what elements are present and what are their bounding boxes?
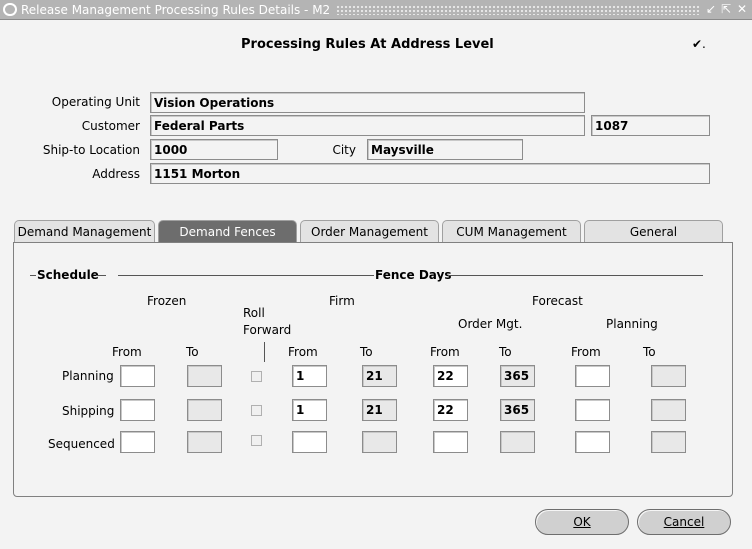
fence-days-divider-left xyxy=(118,275,374,276)
minimize-icon[interactable]: ↙ xyxy=(703,2,719,17)
sequenced-planning-to xyxy=(651,431,686,453)
planning-firm-from[interactable]: 1 xyxy=(292,365,327,387)
customer-number-field[interactable]: 1087 xyxy=(591,115,710,136)
planning-order-from[interactable]: 22 xyxy=(433,365,468,387)
fence-days-label: Fence Days xyxy=(375,268,452,282)
planning-order-to: 365 xyxy=(500,365,535,387)
sequenced-order-to xyxy=(500,431,535,453)
page-title: Processing Rules At Address Level xyxy=(241,37,494,52)
ok-button[interactable]: OK xyxy=(535,509,629,535)
shipping-roll-forward-checkbox[interactable] xyxy=(251,405,262,416)
tab-general[interactable]: General xyxy=(584,220,723,242)
sequenced-firm-from[interactable] xyxy=(292,431,327,453)
window-menu-icon[interactable] xyxy=(3,3,17,16)
planning-from-header: From xyxy=(571,345,601,359)
roll-header-line2: Forward xyxy=(243,323,292,337)
schedule-divider-mid xyxy=(96,275,106,276)
maximize-icon[interactable]: ⇱ xyxy=(718,2,734,17)
ship-to-location-field[interactable]: 1000 xyxy=(150,139,278,160)
shipping-frozen-from[interactable] xyxy=(120,399,155,421)
row-label-planning: Planning xyxy=(62,369,114,383)
title-bar-texture xyxy=(320,5,700,15)
fence-days-divider-right xyxy=(448,275,703,276)
planning-planning-to xyxy=(651,365,686,387)
planning-frozen-from[interactable] xyxy=(120,365,155,387)
order-mgt-header: Order Mgt. xyxy=(458,317,523,331)
schedule-section-label: Schedule xyxy=(37,268,99,282)
shipping-order-to: 365 xyxy=(500,399,535,421)
shipping-order-from[interactable]: 22 xyxy=(433,399,468,421)
shipping-planning-to xyxy=(651,399,686,421)
customer-field[interactable]: Federal Parts xyxy=(150,115,585,136)
shipping-planning-from[interactable] xyxy=(575,399,610,421)
planning-roll-forward-checkbox[interactable] xyxy=(251,371,262,382)
roll-header-line1: Roll xyxy=(243,306,265,320)
order-to-header: To xyxy=(499,345,512,359)
close-icon[interactable]: ✕ xyxy=(734,2,750,17)
cancel-button-label: Cancel xyxy=(663,515,705,529)
shipping-firm-to: 21 xyxy=(362,399,397,421)
ok-button-label: OK xyxy=(573,515,591,529)
planning-forecast-header: Planning xyxy=(606,317,658,331)
planning-frozen-to xyxy=(187,365,222,387)
city-label: City xyxy=(332,143,356,157)
tab-demand-fences[interactable]: Demand Fences xyxy=(158,220,297,243)
sequenced-planning-from[interactable] xyxy=(575,431,610,453)
roll-forward-separator xyxy=(264,342,265,362)
frozen-from-header: From xyxy=(112,345,142,359)
city-field[interactable]: Maysville xyxy=(367,139,523,160)
operating-unit-field[interactable]: Vision Operations xyxy=(150,92,585,113)
address-field[interactable]: 1151 Morton xyxy=(150,163,710,184)
title-bar: Release Management Processing Rules Deta… xyxy=(0,0,752,20)
sequenced-roll-forward-checkbox[interactable] xyxy=(251,435,262,446)
schedule-divider-left xyxy=(30,275,36,276)
tab-demand-management[interactable]: Demand Management xyxy=(14,220,155,242)
cancel-button[interactable]: Cancel xyxy=(637,509,731,535)
firm-header: Firm xyxy=(329,294,355,308)
ship-to-location-label: Ship-to Location xyxy=(42,143,140,157)
frozen-header: Frozen xyxy=(147,294,187,308)
sequenced-order-from[interactable] xyxy=(433,431,468,453)
planning-to-header: To xyxy=(643,345,656,359)
order-from-header: From xyxy=(430,345,460,359)
planning-planning-from[interactable] xyxy=(575,365,610,387)
tab-cum-management[interactable]: CUM Management xyxy=(442,220,581,242)
forecast-header: Forecast xyxy=(532,294,583,308)
shipping-firm-from[interactable]: 1 xyxy=(292,399,327,421)
operating-unit-label: Operating Unit xyxy=(51,95,140,109)
shipping-frozen-to xyxy=(187,399,222,421)
window-title: Release Management Processing Rules Deta… xyxy=(21,3,337,17)
address-label: Address xyxy=(92,167,140,181)
planning-firm-to: 21 xyxy=(362,365,397,387)
check-mark-indicator[interactable]: ✔. xyxy=(692,37,706,51)
frozen-to-header: To xyxy=(186,345,199,359)
sequenced-frozen-from[interactable] xyxy=(120,431,155,453)
customer-label: Customer xyxy=(81,119,140,133)
row-label-sequenced: Sequenced xyxy=(48,437,115,451)
firm-to-header: To xyxy=(360,345,373,359)
sequenced-frozen-to xyxy=(187,431,222,453)
tab-order-management[interactable]: Order Management xyxy=(300,220,439,242)
row-label-shipping: Shipping xyxy=(62,404,115,418)
firm-from-header: From xyxy=(288,345,318,359)
sequenced-firm-to xyxy=(362,431,397,453)
